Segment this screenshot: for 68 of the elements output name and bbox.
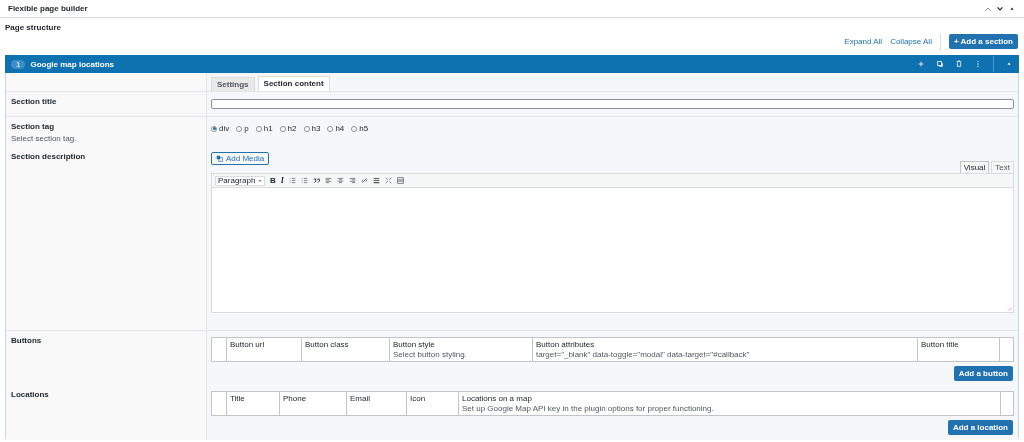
radio-button[interactable]: [211, 125, 217, 132]
read-more-icon[interactable]: [372, 177, 380, 184]
field-label: Section description: [11, 152, 86, 161]
section-header[interactable]: 1 Google map locations: [5, 55, 1019, 73]
column-hint: target="_blank" data-toggle="modal" data-target="#callback": [536, 350, 751, 359]
field-label: Buttons: [11, 336, 42, 345]
column-header: Button class: [305, 340, 350, 349]
column-header: Title: [230, 394, 246, 403]
section-title: Google map locations: [30, 59, 116, 69]
radio-button[interactable]: [255, 125, 262, 132]
more-icon[interactable]: [974, 60, 982, 68]
radio-button[interactable]: [351, 125, 358, 132]
section-title-input[interactable]: [211, 99, 1014, 109]
trash-icon[interactable]: [955, 60, 963, 68]
radio-button[interactable]: [279, 125, 286, 132]
add-button[interactable]: Add a button: [953, 366, 1013, 381]
media-icon: [216, 155, 223, 162]
column-header: Button attributes: [536, 340, 596, 349]
add-section-button[interactable]: + Add a section: [948, 34, 1018, 49]
radio-label: h1: [263, 124, 273, 133]
column-header: Email: [350, 394, 371, 403]
radio-label: h3: [311, 124, 321, 133]
chevron-down-icon[interactable]: [996, 4, 1004, 13]
radio-label: h2: [287, 124, 297, 133]
field-label: Section title: [11, 97, 57, 106]
editor-mode-tab[interactable]: Text: [991, 161, 1014, 173]
italic-button[interactable]: I: [280, 176, 284, 185]
column-header: Button title: [921, 340, 960, 349]
radio-label: p: [244, 124, 249, 133]
resize-handle-icon[interactable]: [1007, 306, 1012, 311]
collapse-all-link[interactable]: Collapse All: [890, 37, 932, 46]
plus-icon[interactable]: [917, 60, 925, 68]
expand-all-link[interactable]: Expand All: [844, 37, 883, 46]
align-left-icon[interactable]: [324, 177, 332, 184]
tab[interactable]: Section content: [257, 76, 330, 91]
radio-label: h4: [335, 124, 345, 133]
align-center-icon[interactable]: [336, 177, 344, 184]
field-label: Locations: [11, 390, 49, 399]
radio-label: h5: [359, 124, 369, 133]
add-button[interactable]: Add a location: [947, 420, 1013, 435]
fullscreen-icon[interactable]: [384, 177, 392, 184]
copy-icon[interactable]: [936, 60, 944, 68]
column-hint: Select button styling.: [393, 350, 468, 359]
column-header: Icon: [410, 394, 427, 403]
format-select[interactable]: Paragraph: [215, 175, 265, 186]
section-number: 1: [11, 59, 26, 69]
add-media-button[interactable]: Add Media: [211, 152, 270, 165]
radio-button[interactable]: [327, 125, 334, 132]
column-header: Button url: [230, 340, 266, 349]
editor-mode-tab[interactable]: Visual: [959, 161, 990, 173]
toolbar-toggle-icon[interactable]: [396, 177, 404, 184]
quote-icon[interactable]: [312, 177, 320, 184]
radio-label: div: [219, 124, 230, 133]
column-header: Locations on a map: [462, 394, 533, 403]
field-hint: Select section tag.: [11, 134, 78, 143]
column-header: Button style: [393, 340, 436, 349]
radio-button[interactable]: [236, 125, 243, 132]
column-header: Phone: [283, 394, 308, 403]
collapse-icon[interactable]: [1005, 60, 1013, 68]
tab[interactable]: Settings: [211, 77, 255, 91]
link-icon[interactable]: [360, 177, 368, 184]
section-heading: Page structure: [5, 23, 62, 32]
panel-title: Flexible page builder: [8, 4, 88, 13]
bold-button[interactable]: B: [270, 176, 276, 185]
align-right-icon[interactable]: [348, 177, 356, 184]
radio-button[interactable]: [303, 125, 310, 132]
column-hint: Set up Google Map API key in the plugin options for proper functioning.: [462, 404, 715, 413]
field-label: Section tag: [11, 122, 56, 131]
